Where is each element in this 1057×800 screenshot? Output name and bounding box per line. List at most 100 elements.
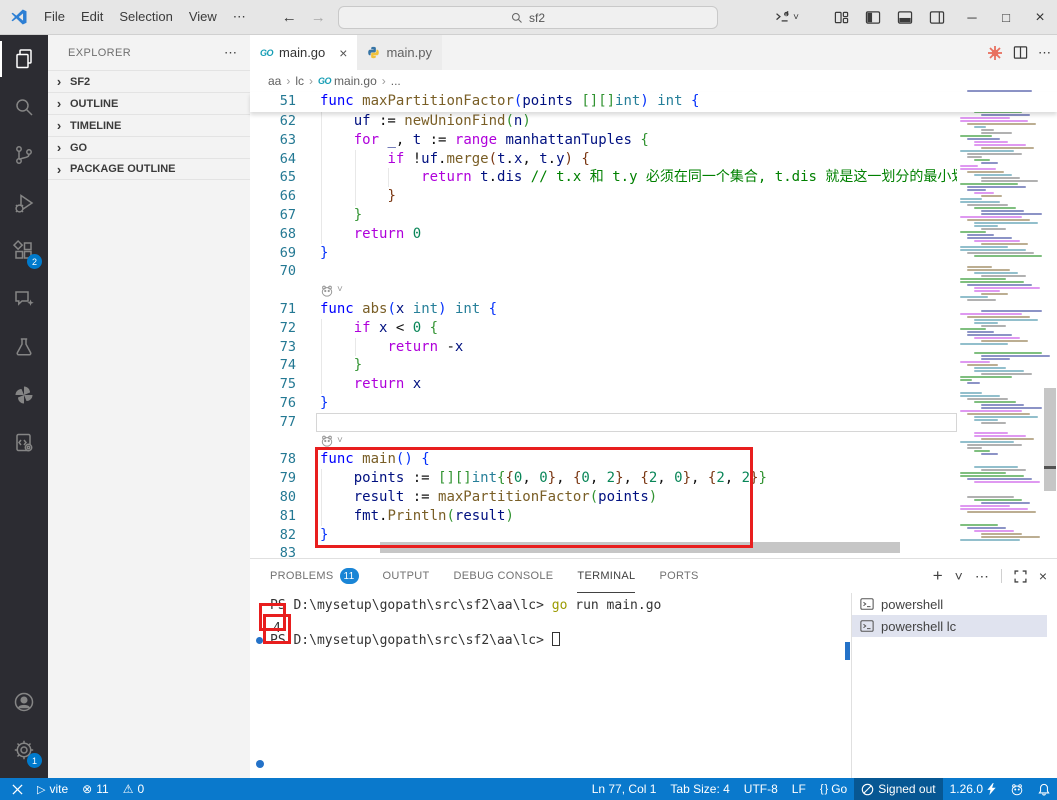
activity-item-extensions[interactable]: 2 (0, 227, 48, 275)
minimap-line (960, 392, 982, 394)
breadcrumb-item-[interactable]: ... (391, 74, 401, 88)
toggle-primary-sidebar-button[interactable] (859, 5, 887, 31)
status-eol[interactable]: LF (785, 778, 813, 800)
chevron-down-icon[interactable]: ˅ (337, 432, 343, 451)
activity-item-run-debug[interactable] (0, 179, 48, 227)
status-warnings[interactable]: ⚠ 0 (116, 778, 151, 800)
code-line: 77 (250, 413, 1057, 432)
terminal-output[interactable]: PS D:\mysetup\gopath\src\sf2\aa\lc> go r… (250, 593, 845, 778)
panel-tab-ports[interactable]: PORTS (659, 559, 698, 593)
status-notifications[interactable] (1031, 778, 1057, 800)
badge: 2 (27, 254, 42, 269)
menu-overflow[interactable]: ⋯ (225, 5, 254, 29)
activity-item-code-runner[interactable] (0, 419, 48, 467)
menu-selection[interactable]: Selection (111, 5, 180, 29)
editor-more-actions-button[interactable]: ⋯ (1038, 45, 1051, 61)
minimap-line (960, 539, 1020, 541)
minimize-button[interactable]: ─ (955, 0, 989, 35)
sidebar-section-outline[interactable]: › OUTLINE (48, 92, 250, 114)
minimap-line (974, 255, 1042, 257)
minimap-line (960, 508, 1028, 510)
panel-tab-problems[interactable]: PROBLEMS 11 (270, 559, 359, 593)
activity-item-testing[interactable] (0, 323, 48, 371)
sidebar-section-package-outline[interactable]: › PACKAGE OUTLINE (48, 158, 250, 180)
code-text: uf := newUnionFind(n) (320, 112, 1057, 131)
breadcrumb-item-lc[interactable]: lc (295, 74, 304, 88)
forward-arrow-icon[interactable]: → (311, 9, 326, 26)
code-area[interactable]: 62 uf := newUnionFind(n) 63 for _, t := ran… (250, 112, 1057, 558)
status-go-version[interactable]: 1.26.0 (943, 778, 1003, 800)
minimap-line (960, 441, 1014, 443)
indent-guide (321, 487, 322, 507)
status-gopher[interactable] (1003, 778, 1031, 800)
activity-item-chat[interactable] (0, 275, 48, 323)
run-extension-icon[interactable] (987, 45, 1003, 61)
split-editor-icon[interactable] (1013, 45, 1028, 60)
terminal-list-item-powershell[interactable]: powershell (852, 593, 1047, 615)
breadcrumb-label: aa (268, 74, 282, 88)
activity-item-search[interactable] (0, 83, 48, 131)
indent-guide (321, 318, 322, 338)
menu-file[interactable]: File (36, 5, 73, 29)
status-cursor-position[interactable]: Ln 77, Col 1 (585, 778, 664, 800)
status-signed-out[interactable]: Signed out (854, 778, 943, 800)
back-arrow-icon[interactable]: ← (282, 9, 297, 26)
terminal-list: powershell powershell lc (852, 593, 1047, 637)
command-center-search[interactable]: sf2 (338, 6, 718, 29)
chevron-down-icon[interactable]: ˅ (337, 281, 343, 300)
code-lens-row: ˅ (250, 432, 1057, 451)
horizontal-scrollbar-slider[interactable] (380, 542, 900, 553)
panel-tab-debug-console[interactable]: DEBUG CONSOLE (454, 559, 554, 593)
terminal-line: PS D:\mysetup\gopath\src\sf2\aa\lc> (256, 631, 845, 649)
launch-profile-dropdown-button[interactable]: ˅ (955, 568, 963, 584)
activity-item-explorer[interactable] (0, 35, 48, 83)
minimap-line (967, 398, 1008, 400)
maximize-panel-button[interactable] (1014, 569, 1027, 583)
panel-tab-terminal[interactable]: TERMINAL (577, 559, 636, 593)
breadcrumb-item-maingo[interactable]: GO main.go (318, 74, 377, 88)
minimap-line (960, 165, 978, 167)
status-vite-task[interactable]: ▷ vite (30, 778, 75, 800)
bell-icon (1038, 783, 1050, 796)
activity-item-settings[interactable]: 1 (0, 726, 48, 774)
go-run-gopher-icon[interactable] (320, 435, 334, 447)
vertical-scrollbar-slider[interactable] (1044, 388, 1056, 491)
sidebar-more-actions-button[interactable]: ⋯ (224, 45, 238, 61)
code-text: points := [][]int{{0, 0}, {0, 2}, {2, 0}… (320, 469, 1057, 488)
panel-tab-output[interactable]: OUTPUT (383, 559, 430, 593)
customize-layout-button[interactable] (827, 5, 855, 31)
sidebar-section-sf2[interactable]: › SF2 (48, 70, 250, 92)
activity-item-source-control[interactable] (0, 131, 48, 179)
tab-close-icon[interactable]: × (339, 45, 347, 61)
go-run-gopher-icon[interactable] (320, 285, 334, 297)
toggle-secondary-sidebar-button[interactable] (923, 5, 951, 31)
status-indentation[interactable]: Tab Size: 4 (663, 778, 736, 800)
sidebar-section-go[interactable]: › GO (48, 136, 250, 158)
status-encoding[interactable]: UTF-8 (737, 778, 785, 800)
minimap-line (960, 505, 1010, 507)
toggle-panel-button[interactable] (891, 5, 919, 31)
maximize-button[interactable]: □ (989, 0, 1023, 35)
status-left: ▷ vite ⊗ 11 ⚠ 0 (0, 778, 151, 800)
minimap-line (967, 447, 982, 449)
status-label: UTF-8 (743, 782, 778, 796)
close-panel-button[interactable]: × (1039, 568, 1047, 584)
minimap[interactable] (957, 88, 1050, 552)
activity-item-accounts[interactable] (0, 678, 48, 726)
more-actions-button[interactable]: ⋯ (975, 568, 989, 585)
breadcrumb-item-aa[interactable]: aa (268, 74, 281, 88)
status-remote[interactable] (0, 778, 30, 800)
close-button[interactable]: × (1023, 0, 1057, 35)
menu-view[interactable]: View (181, 5, 225, 29)
menu-edit[interactable]: Edit (73, 5, 111, 29)
new-terminal-button[interactable]: + (933, 566, 943, 586)
terminal-list-item-powershell-lc[interactable]: powershell lc (852, 615, 1047, 637)
tab-main.py[interactable]: main.py (357, 35, 443, 70)
editor-tab-bar: GO main.go × main.py ⋯ (250, 35, 1057, 70)
activity-item-extension-pinwheel[interactable] (0, 371, 48, 419)
status-errors[interactable]: ⊗ 11 (75, 778, 116, 800)
sidebar-section-timeline[interactable]: › TIMELINE (48, 114, 250, 136)
launch-profile-button[interactable]: x ˅ (774, 9, 799, 26)
status-language-mode[interactable]: { } Go (813, 778, 854, 800)
tab-main.go[interactable]: GO main.go × (250, 35, 358, 70)
